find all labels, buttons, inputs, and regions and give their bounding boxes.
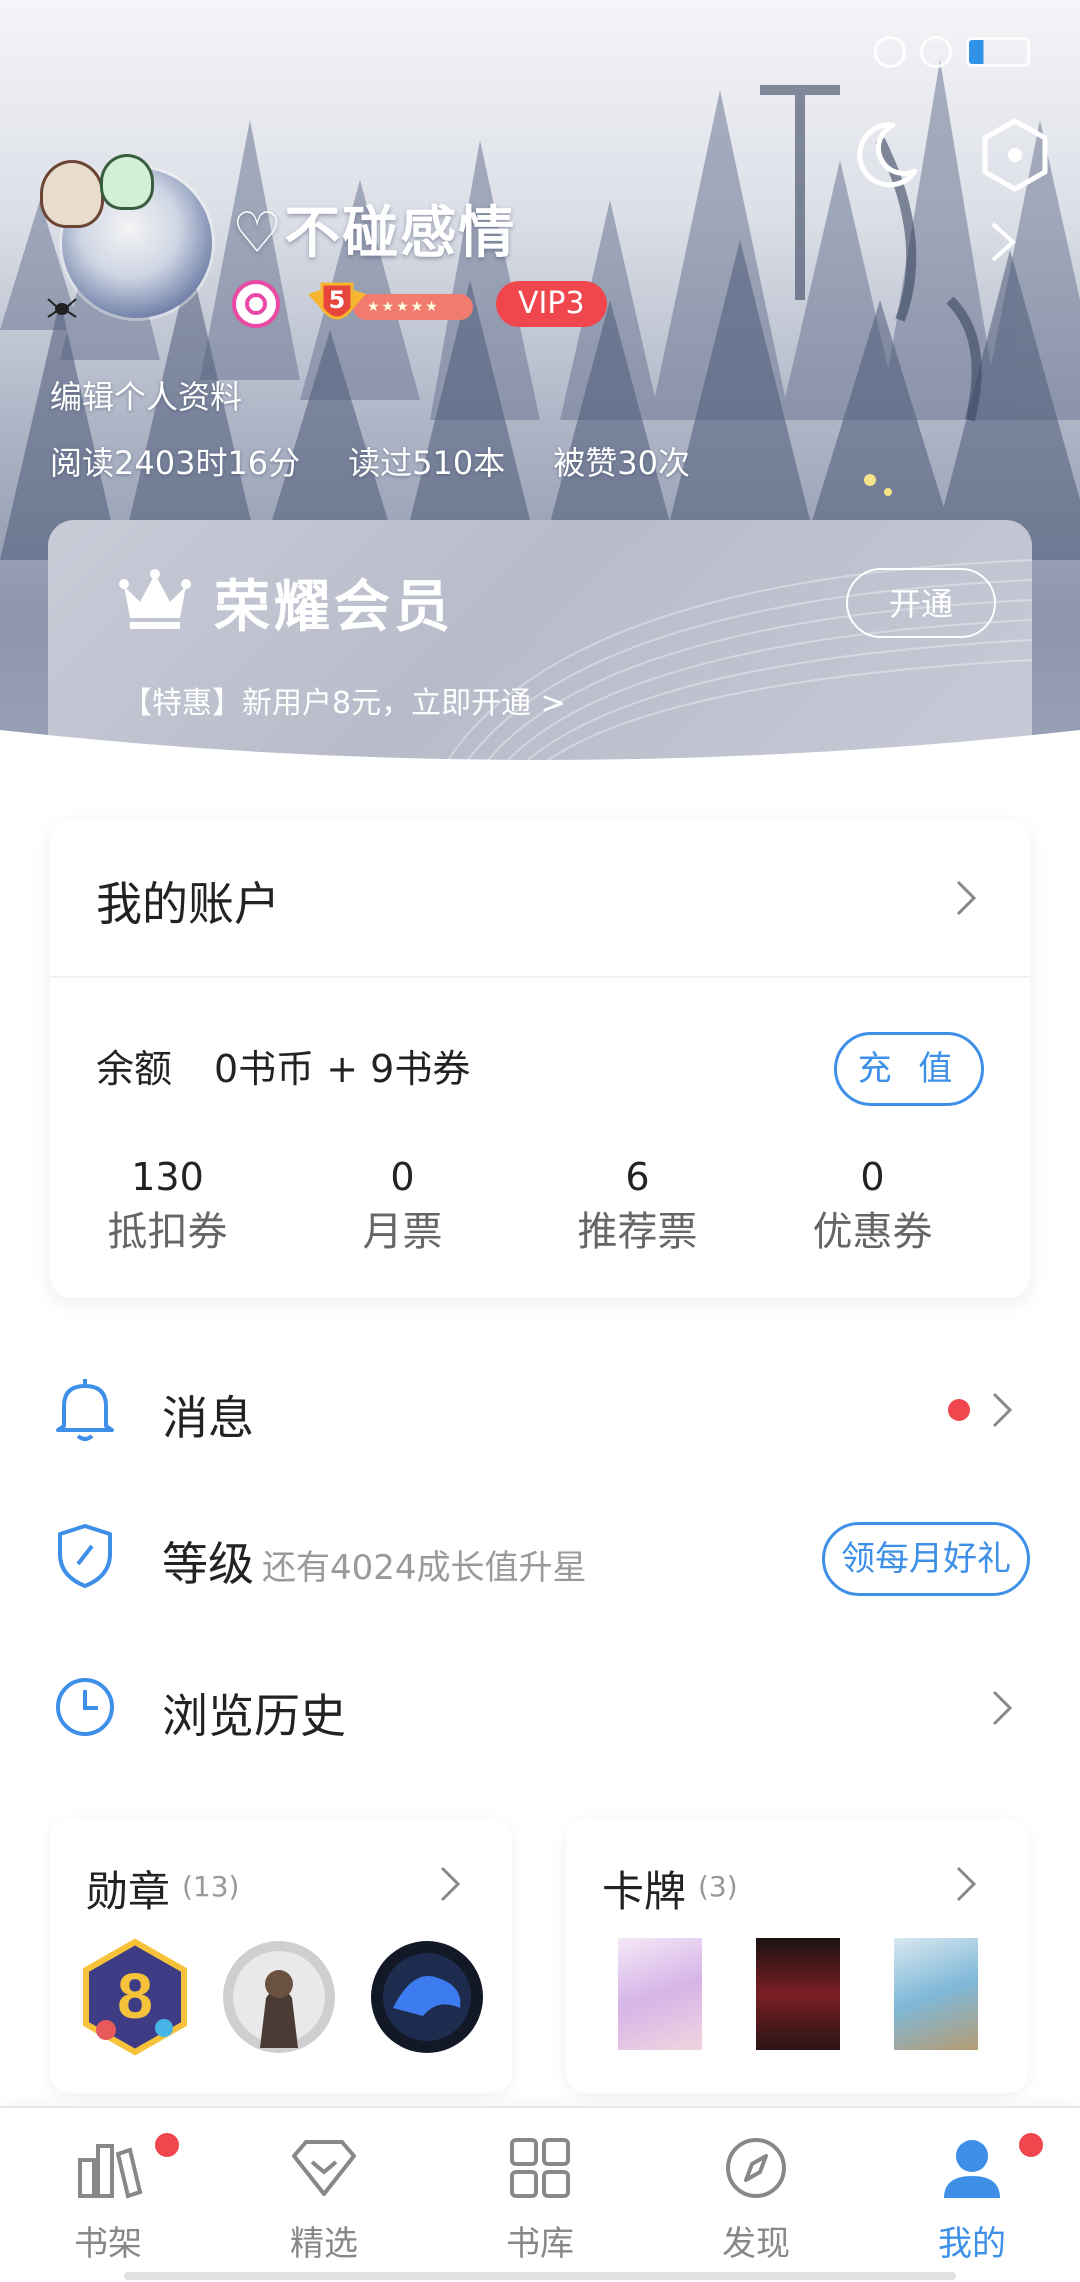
chevron-right-icon[interactable] bbox=[985, 220, 1021, 264]
svg-text:8: 8 bbox=[117, 1960, 153, 2032]
books-read: 读过510本 bbox=[348, 444, 506, 482]
grid-icon bbox=[510, 2138, 570, 2198]
messages-label: 消息 bbox=[162, 1391, 254, 1445]
monthly-gift-button[interactable]: 领每月好礼 bbox=[822, 1522, 1030, 1596]
vip-title: 荣耀会员 bbox=[214, 575, 454, 640]
sync-icon bbox=[920, 36, 952, 68]
cards-count: (3) bbox=[698, 1870, 738, 1903]
header-curve bbox=[0, 730, 1080, 770]
skull-frame-icon bbox=[40, 160, 104, 228]
card-thumbnail-2[interactable] bbox=[756, 1938, 840, 2050]
deduction-voucher[interactable]: 130 抵扣券 bbox=[50, 1152, 285, 1262]
cards-card[interactable]: 卡牌 (3) bbox=[566, 1818, 1028, 2093]
level-stars: ★★★★★ bbox=[353, 294, 473, 320]
ticket-counts: 130 抵扣券 0 月票 6 推荐票 0 优惠券 bbox=[50, 1152, 1030, 1262]
alarm-icon bbox=[874, 36, 906, 68]
history-label: 浏览历史 bbox=[162, 1689, 346, 1743]
level-row[interactable]: 等级 还有4024成长值升星 领每月好礼 bbox=[0, 1498, 1080, 1618]
home-indicator[interactable] bbox=[124, 2272, 956, 2280]
tab-discover[interactable]: 发现 bbox=[648, 2108, 864, 2282]
chevron-right-icon bbox=[956, 1866, 977, 1902]
recharge-button[interactable]: 充 值 bbox=[834, 1032, 984, 1106]
level-number: 5 bbox=[328, 286, 346, 314]
account-card: 我的账户 余额 0书币 + 9书券 充 值 130 抵扣券 0 月票 6 推荐票… bbox=[50, 820, 1030, 1298]
coupon-label: 优惠券 bbox=[812, 1209, 933, 1255]
unread-dot bbox=[948, 1399, 970, 1421]
likes-count: 被赞30次 bbox=[553, 444, 690, 482]
recommend-ticket-count: 6 bbox=[625, 1155, 650, 1199]
medals-title: 勋章 bbox=[86, 1867, 171, 1916]
profile-header: ♡不碰感情 ★★★★★ 5 VIP3 编辑个人资料 阅读2403时16分 读过5… bbox=[0, 0, 1080, 770]
coupon-count: 0 bbox=[860, 1155, 885, 1199]
recommend-ticket-label: 推荐票 bbox=[577, 1209, 698, 1255]
diamond-icon bbox=[292, 2140, 356, 2196]
chevron-right-icon bbox=[956, 880, 977, 916]
tab-featured[interactable]: 精选 bbox=[216, 2108, 432, 2282]
monthly-ticket[interactable]: 0 月票 bbox=[285, 1152, 520, 1262]
compass-icon bbox=[726, 2138, 786, 2198]
balance-value: 0书币 + 9书券 bbox=[214, 1047, 471, 1091]
recommend-ticket[interactable]: 6 推荐票 bbox=[520, 1152, 755, 1262]
chevron-right-icon bbox=[992, 1392, 1013, 1428]
coupon[interactable]: 0 优惠券 bbox=[755, 1152, 990, 1262]
anniversary-medal-icon: 8 bbox=[83, 1938, 187, 2056]
tab-bookshelf-label: 书架 bbox=[74, 2224, 142, 2264]
status-bar bbox=[874, 36, 1030, 68]
tab-library-label: 书库 bbox=[506, 2224, 574, 2264]
chevron-right-icon bbox=[440, 1866, 461, 1902]
settings-hexagon-icon[interactable] bbox=[975, 115, 1055, 195]
bookshelf-notification-dot bbox=[152, 2130, 182, 2160]
edit-profile-link[interactable]: 编辑个人资料 bbox=[50, 372, 242, 418]
spider-icon bbox=[47, 298, 77, 318]
my-account-row[interactable]: 我的账户 bbox=[50, 820, 1030, 978]
vip-badge[interactable]: VIP3 bbox=[496, 281, 607, 327]
tab-bookshelf[interactable]: 书架 bbox=[0, 2108, 216, 2282]
username[interactable]: ♡不碰感情 bbox=[232, 188, 516, 269]
level-label: 等级 bbox=[162, 1537, 254, 1591]
green-skull-icon bbox=[100, 154, 154, 210]
chevron-right-icon bbox=[992, 1690, 1013, 1726]
blue-beast-medal-icon bbox=[371, 1941, 483, 2053]
level-progress-text: 还有4024成长值升星 bbox=[262, 1548, 587, 1588]
vip-open-button[interactable]: 开通 bbox=[846, 568, 996, 638]
deduction-voucher-count: 130 bbox=[131, 1155, 204, 1199]
reading-time: 阅读2403时16分 bbox=[50, 444, 301, 482]
bell-icon bbox=[56, 1379, 114, 1441]
battery-icon bbox=[966, 37, 1030, 67]
messages-row[interactable]: 消息 bbox=[0, 1350, 1080, 1470]
shield-icon bbox=[58, 1524, 112, 1588]
my-account-title: 我的账户 bbox=[96, 877, 280, 931]
tab-mine-label: 我的 bbox=[938, 2224, 1006, 2264]
monthly-ticket-count: 0 bbox=[390, 1155, 415, 1199]
deduction-voucher-label: 抵扣券 bbox=[107, 1209, 228, 1255]
tab-library[interactable]: 书库 bbox=[432, 2108, 648, 2282]
bookshelf-icon bbox=[78, 2144, 143, 2199]
card-thumbnail-3[interactable] bbox=[894, 1938, 978, 2050]
medals-card[interactable]: 勋章 (13) 8 bbox=[50, 1818, 512, 2093]
clock-icon bbox=[56, 1678, 114, 1736]
medals-count: (13) bbox=[182, 1870, 240, 1903]
balance-label: 余额 bbox=[96, 1047, 173, 1091]
badge-row: ★★★★★ 5 VIP3 bbox=[232, 280, 607, 328]
mine-notification-dot bbox=[1016, 2130, 1046, 2160]
character-medal-icon bbox=[223, 1941, 335, 2053]
tab-mine[interactable]: 我的 bbox=[864, 2108, 1080, 2282]
cards-title: 卡牌 bbox=[602, 1867, 687, 1916]
person-icon bbox=[944, 2140, 1000, 2198]
card-thumbnail-1[interactable] bbox=[618, 1938, 702, 2050]
tab-featured-label: 精选 bbox=[290, 2224, 358, 2264]
level-badge[interactable]: ★★★★★ 5 bbox=[298, 280, 478, 328]
bottom-tab-bar: 书架 精选 书库 发现 我的 bbox=[0, 2106, 1080, 2282]
search-badge-icon[interactable] bbox=[232, 280, 280, 328]
history-row[interactable]: 浏览历史 bbox=[0, 1648, 1080, 1768]
crown-icon bbox=[119, 569, 191, 629]
tab-discover-label: 发现 bbox=[722, 2224, 790, 2264]
reading-stats: 阅读2403时16分 读过510本 被赞30次 bbox=[50, 438, 690, 484]
monthly-ticket-label: 月票 bbox=[362, 1209, 443, 1255]
night-mode-moon-icon[interactable] bbox=[845, 115, 925, 195]
avatar[interactable] bbox=[22, 150, 212, 340]
